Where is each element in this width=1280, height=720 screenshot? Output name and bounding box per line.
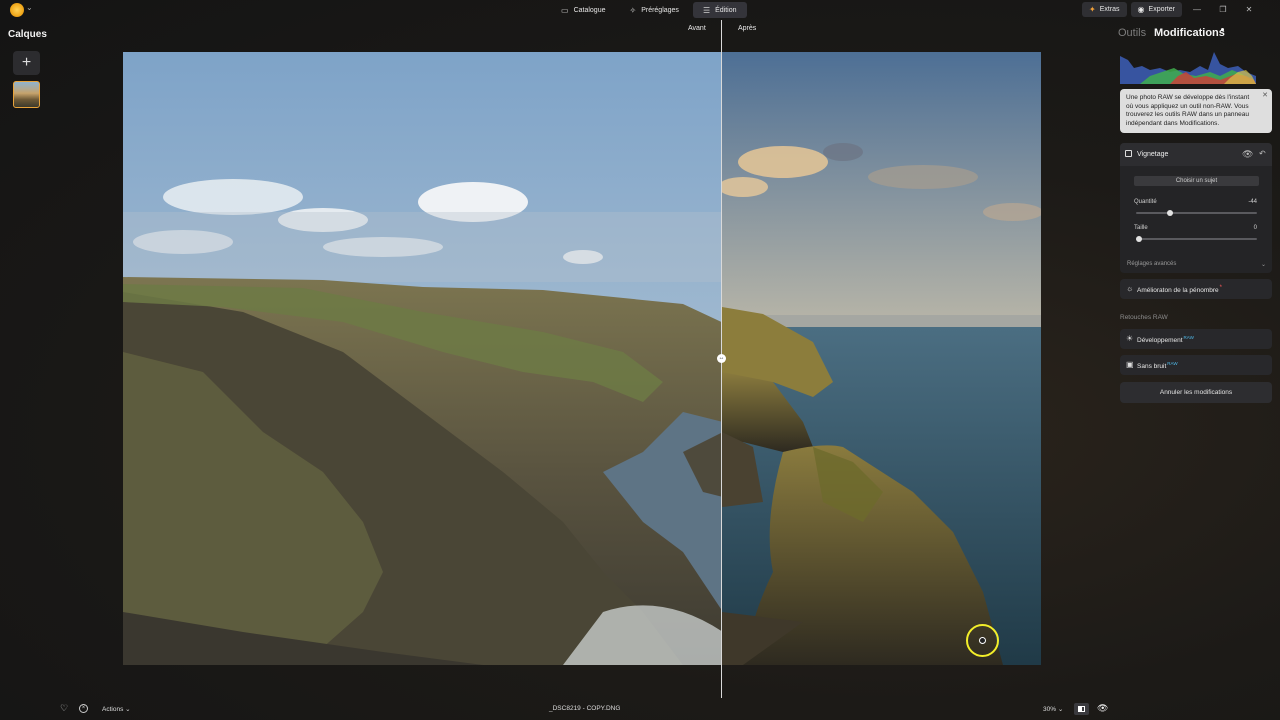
- info-text: Une photo RAW se développe dès l'instant…: [1126, 94, 1250, 127]
- after-label: Après: [738, 25, 757, 32]
- tab-label: Catalogue: [573, 6, 606, 14]
- restore-icon[interactable]: ❐: [1212, 5, 1234, 14]
- vignetting-card: Vignetage 👁 ↶ Choisir un sujet Quantité …: [1120, 143, 1272, 273]
- divider-handle-icon[interactable]: ↔: [717, 354, 726, 363]
- zoom-menu[interactable]: 30% ⌄: [1043, 705, 1063, 713]
- amount-label: Quantité: [1134, 199, 1157, 205]
- top-bar: ⌄ ▭ Catalogue ✧ Préréglages ☰ Édition ✦ …: [0, 0, 1280, 20]
- heart-icon[interactable]: ♡: [60, 703, 68, 714]
- extras-button[interactable]: ✦ Extras: [1082, 2, 1127, 17]
- landscape-photo: [123, 52, 1041, 665]
- tab-edition[interactable]: ☰ Édition: [692, 2, 747, 18]
- layers-title: Calques: [8, 29, 47, 40]
- modified-indicator: [1221, 28, 1224, 31]
- chevron-down-icon[interactable]: ⌄: [1261, 261, 1266, 268]
- actions-label: Actions: [102, 706, 124, 713]
- raw-badge: RAW: [1183, 335, 1194, 340]
- main-tabs: ▭ Catalogue ✧ Préréglages ☰ Édition: [551, 2, 747, 18]
- tab-presets[interactable]: ✧ Préréglages: [619, 2, 688, 18]
- tab-catalogue[interactable]: ▭ Catalogue: [551, 2, 615, 18]
- add-layer-button[interactable]: +: [13, 51, 40, 75]
- amount-value: -44: [1248, 199, 1257, 205]
- catalog-icon: ▭: [561, 5, 569, 15]
- close-icon[interactable]: ✕: [1262, 92, 1268, 101]
- actions-menu[interactable]: Actions ⌄: [102, 705, 131, 713]
- denoise-icon: ▣: [1126, 360, 1134, 369]
- tab-modifications[interactable]: Modifications: [1154, 27, 1225, 39]
- shadow-enhancer-tool[interactable]: ☼ Amélioraton de la pénombre*: [1120, 279, 1272, 299]
- compare-view-icon[interactable]: [1074, 703, 1089, 715]
- vignetting-title: Vignetage: [1137, 151, 1169, 158]
- size-value: 0: [1253, 225, 1257, 231]
- choose-subject-button[interactable]: Choisir un sujet: [1134, 176, 1259, 186]
- raw-section-title: Retouches RAW: [1120, 314, 1168, 321]
- vignetting-checkbox[interactable]: [1125, 150, 1132, 157]
- close-icon[interactable]: ✕: [1238, 5, 1260, 14]
- eye-icon[interactable]: 👁: [1242, 149, 1253, 160]
- photo-canvas[interactable]: [123, 52, 1041, 665]
- zoom-value: 30%: [1043, 706, 1057, 713]
- extras-label: Extras: [1099, 6, 1120, 13]
- advanced-settings[interactable]: Réglages avancés: [1127, 261, 1176, 267]
- denoise-label: Sans bruit: [1137, 363, 1167, 371]
- size-slider[interactable]: [1136, 238, 1257, 240]
- presets-icon: ✧: [629, 5, 637, 15]
- extras-icon: ✦: [1089, 5, 1096, 14]
- minimize-icon[interactable]: —: [1186, 5, 1208, 14]
- size-label: Taille: [1134, 225, 1148, 231]
- layer-thumbnail[interactable]: [13, 81, 40, 108]
- tab-label: Préréglages: [641, 6, 679, 14]
- before-label: Avant: [688, 25, 706, 32]
- menu-lines-icon: ☰: [702, 5, 711, 15]
- development-label: Développement: [1137, 337, 1183, 345]
- tab-label: Édition: [715, 6, 737, 14]
- export-button[interactable]: ◉ Exporter: [1130, 2, 1182, 17]
- histogram: [1120, 52, 1256, 84]
- raw-info-tooltip: Une photo RAW se développe dès l'instant…: [1120, 89, 1272, 133]
- eye-icon[interactable]: 👁: [1097, 703, 1108, 714]
- shadow-tool-label: Amélioraton de la pénombre: [1137, 287, 1219, 295]
- chevron-down-icon[interactable]: ⌄: [26, 3, 33, 12]
- cancel-modifications-button[interactable]: Annuler les modifications: [1120, 382, 1272, 403]
- export-label: Exporter: [1148, 6, 1175, 13]
- vignetting-header[interactable]: Vignetage 👁 ↶: [1120, 143, 1272, 166]
- development-tool[interactable]: ☀ DéveloppementRAW: [1120, 329, 1272, 349]
- amount-slider-knob[interactable]: [1166, 210, 1173, 216]
- denoise-tool[interactable]: ▣ Sans bruitRAW: [1120, 355, 1272, 375]
- chevron-down-icon: ⌄: [1057, 706, 1064, 713]
- export-icon: ◉: [1137, 5, 1145, 14]
- file-name: _DSC8219 - COPY.DNG: [549, 705, 621, 712]
- sun-icon: ☀: [1126, 334, 1134, 343]
- size-slider-knob[interactable]: [1136, 236, 1142, 242]
- tab-tools[interactable]: Outils: [1118, 27, 1146, 39]
- amount-slider[interactable]: [1136, 212, 1257, 214]
- top-right-controls: ✦ Extras ◉ Exporter — ❐ ✕: [1082, 2, 1260, 17]
- undo-icon[interactable]: ↶: [1259, 149, 1266, 158]
- raw-badge: RAW: [1167, 361, 1178, 366]
- cursor-icon: [979, 637, 986, 644]
- sun-logo-icon[interactable]: [10, 3, 24, 17]
- sun-icon: ☼: [1126, 284, 1134, 293]
- modified-badge: *: [1219, 285, 1223, 291]
- chevron-down-icon: ⌄: [125, 706, 131, 713]
- reject-icon[interactable]: ×: [79, 704, 88, 713]
